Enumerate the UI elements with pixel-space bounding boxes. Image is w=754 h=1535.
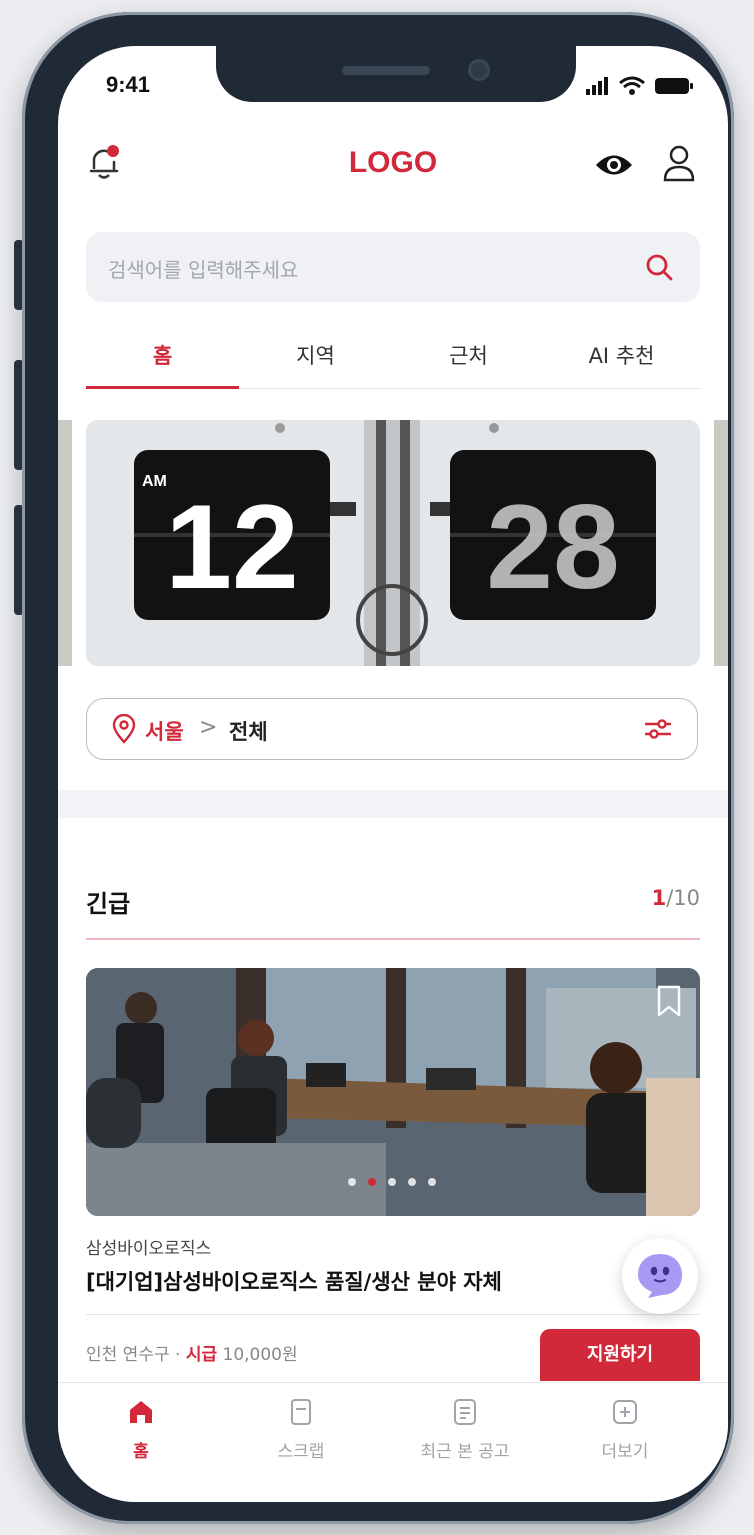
top-app-bar: LOGO: [58, 124, 728, 200]
eye-icon[interactable]: [594, 152, 634, 178]
pager-current: 1: [651, 886, 667, 910]
phone-screen: 9:41 LOGO 검색어를 입력해주세요 홈 지역 근처 AI 추천 AM 1…: [58, 46, 728, 1502]
tab-home[interactable]: 홈: [86, 340, 239, 370]
wage-value: 10,000원: [222, 1345, 298, 1365]
job-meta: 인천 연수구 · 시급 10,000원: [86, 1340, 298, 1365]
nav-recent-label: 최근 본 공고: [420, 1442, 510, 1462]
nav-home-label: 홈: [133, 1442, 149, 1462]
user-icon[interactable]: [662, 144, 696, 184]
job-title[interactable]: [대기업]삼성바이오로직스 품질/생산 분야 자체: [86, 1266, 502, 1296]
apply-button[interactable]: 지원하기: [540, 1329, 700, 1381]
chatbot-icon: [638, 1254, 682, 1298]
tab-region[interactable]: 지역: [239, 340, 392, 370]
nav-scrap[interactable]: 스크랩: [224, 1397, 378, 1462]
bookmark-icon[interactable]: [656, 984, 682, 1018]
nav-more[interactable]: 더보기: [548, 1397, 702, 1462]
nav-recent[interactable]: 최근 본 공고: [388, 1397, 542, 1462]
speaker: [342, 66, 430, 75]
search-icon[interactable]: [644, 252, 674, 282]
office-photo: [86, 968, 700, 1216]
category-tabs: 홈 지역 근처 AI 추천: [86, 332, 700, 389]
home-icon: [130, 1401, 152, 1423]
nav-scrap-label: 스크랩: [277, 1442, 325, 1462]
clock-minutes: 28: [486, 480, 619, 614]
nav-home[interactable]: 홈: [64, 1397, 218, 1462]
signal-icon: [586, 77, 608, 95]
chatbot-button[interactable]: [622, 1238, 698, 1314]
promo-banner[interactable]: AM 12 28: [86, 420, 700, 666]
clock-hours: 12: [165, 480, 298, 614]
front-camera: [468, 59, 490, 81]
tab-nearby[interactable]: 근처: [392, 340, 545, 370]
search-placeholder: 검색어를 입력해주세요: [108, 258, 299, 282]
battery-icon: [655, 78, 693, 94]
location-pin-icon: [112, 714, 136, 744]
tab-active-indicator: [86, 386, 239, 389]
job-location: 인천 연수구: [86, 1345, 170, 1365]
notch: [216, 46, 576, 102]
job-card-image[interactable]: [86, 968, 700, 1216]
pager-total: /10: [666, 886, 700, 910]
wifi-icon: [619, 76, 645, 95]
urgent-section-title: 긴급: [86, 890, 131, 918]
clock-am-label: AM: [142, 473, 167, 490]
location-area[interactable]: 전체: [229, 716, 268, 746]
document-icon: [454, 1399, 476, 1425]
location-city[interactable]: 서울: [145, 716, 184, 746]
search-input[interactable]: 검색어를 입력해주세요: [86, 232, 700, 302]
section-underline: [86, 938, 700, 940]
status-icons: [586, 76, 694, 96]
job-company: 삼성바이오로직스: [86, 1239, 212, 1259]
wage-label: 시급: [185, 1345, 218, 1365]
bookmark-icon: [291, 1399, 311, 1425]
banner-prev-peek[interactable]: [58, 420, 72, 666]
status-time: 9:41: [106, 72, 151, 97]
location-filter[interactable]: 서울 > 전체: [86, 698, 698, 760]
urgent-pager: 1/10: [652, 886, 700, 910]
bottom-navigation: 홈 스크랩 최근 본 공고 더보기: [58, 1382, 728, 1502]
filter-sliders-icon[interactable]: [643, 716, 673, 742]
section-divider: [58, 790, 728, 818]
flip-clock-image: AM 12 28: [86, 420, 700, 666]
plus-square-icon: [613, 1400, 637, 1424]
tab-ai-recommend[interactable]: AI 추천: [545, 340, 698, 370]
banner-next-peek[interactable]: [714, 420, 728, 666]
card-separator: [86, 1314, 700, 1315]
nav-more-label: 더보기: [601, 1442, 649, 1462]
chevron-right-icon: >: [199, 715, 218, 740]
meta-separator: ·: [169, 1345, 186, 1365]
